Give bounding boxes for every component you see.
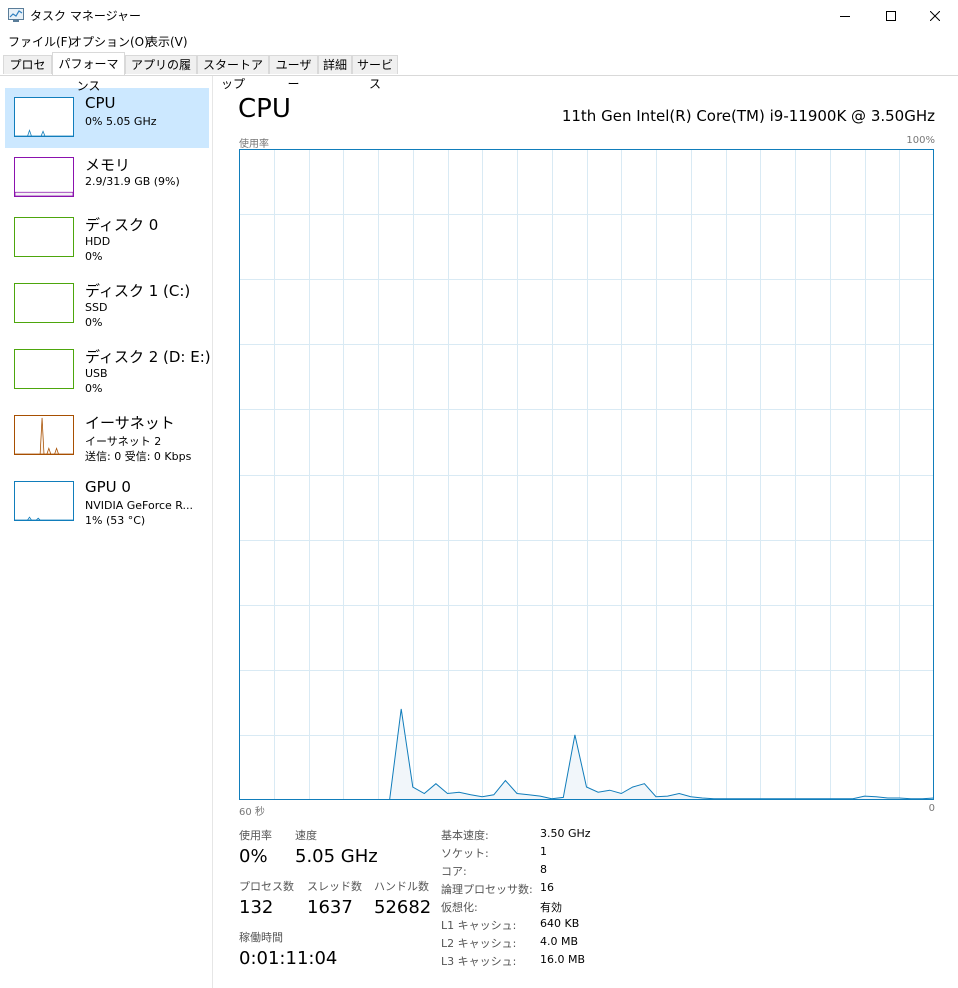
detail-label: L2 キャッシュ:: [441, 937, 517, 950]
sidebar-item-title: ディスク 1 (C:): [85, 282, 191, 300]
usage-value: 0%: [239, 846, 268, 867]
sidebar-item-disk-0[interactable]: ディスク 0 HDD 0%: [5, 208, 209, 268]
sidebar-item-ethernet[interactable]: イーサネット イーサネット 2 送信: 0 受信: 0 Kbps: [5, 406, 209, 466]
tab-details[interactable]: 詳細: [318, 55, 352, 74]
title-bar: タスク マネージャー: [0, 0, 958, 31]
ethernet-thumbnail: [14, 415, 74, 455]
speed-value: 5.05 GHz: [295, 846, 378, 867]
uptime-value: 0:01:11:04: [239, 948, 338, 969]
uptime-label: 稼働時間: [239, 931, 283, 944]
detail-label: 論理プロセッサ数:: [441, 883, 533, 896]
sidebar-item-line2: 0%: [85, 382, 103, 395]
cpu-usage-graph: [239, 149, 934, 800]
sidebar-item-memory[interactable]: メモリ 2.9/31.9 GB (9%): [5, 148, 209, 208]
page-title: CPU: [238, 94, 291, 124]
sidebar-item-title: メモリ: [85, 156, 131, 174]
close-icon: [930, 10, 940, 21]
threads-label: スレッド数: [307, 880, 362, 893]
processes-label: プロセス数: [239, 880, 294, 893]
detail-value: 8: [540, 863, 547, 876]
menu-file[interactable]: ファイル(F): [8, 33, 72, 50]
sidebar-item-line1: HDD: [85, 235, 111, 248]
axis-label-start: 60 秒: [239, 807, 265, 818]
sidebar-item-line1: 2.9/31.9 GB (9%): [85, 175, 180, 188]
detail-label: ソケット:: [441, 847, 489, 860]
graph-grid: [239, 149, 934, 800]
sidebar-item-line2: 送信: 0 受信: 0 Kbps: [85, 450, 192, 463]
sidebar-item-line2: 0%: [85, 250, 103, 263]
detail-value: 16.0 MB: [540, 953, 586, 966]
threads-value: 1637: [307, 897, 353, 918]
tab-bar: プロセス パフォーマンス アプリの履歴 スタートアップ ユーザー 詳細 サービス: [0, 51, 958, 93]
sidebar-item-gpu-0[interactable]: GPU 0 NVIDIA GeForce R... 1% (53 °C): [5, 472, 209, 532]
sidebar-item-line1: SSD: [85, 301, 108, 314]
minimize-button[interactable]: [822, 0, 868, 31]
sidebar-item-disk-2[interactable]: ディスク 2 (D: E:) USB 0%: [5, 340, 211, 400]
task-manager-icon: [8, 8, 24, 22]
sidebar-item-line1: USB: [85, 367, 108, 380]
sidebar-item-title: ディスク 0: [85, 216, 159, 234]
detail-value: 3.50 GHz: [540, 827, 591, 840]
graph-label-max: 100%: [906, 135, 935, 146]
detail-label: 基本速度:: [441, 829, 489, 842]
memory-thumbnail: [14, 157, 74, 197]
sidebar-item-disk-1[interactable]: ディスク 1 (C:) SSD 0%: [5, 274, 209, 334]
speed-label: 速度: [295, 829, 317, 842]
detail-label: L3 キャッシュ:: [441, 955, 517, 968]
disk-1-thumbnail: [14, 283, 74, 323]
tab-processes[interactable]: プロセス: [3, 55, 52, 91]
sidebar-item-cpu[interactable]: CPU 0% 5.05 GHz: [5, 88, 209, 148]
tab-users[interactable]: ユーザー: [269, 55, 318, 91]
processes-value: 132: [239, 897, 274, 918]
minimize-icon: [840, 15, 850, 17]
graph-label-usage: 使用率: [239, 139, 269, 150]
maximize-button[interactable]: [868, 0, 914, 31]
maximize-icon: [886, 10, 896, 21]
menu-bar: ファイル(F) オプション(O) 表示(V): [0, 31, 958, 50]
axis-label-end: 0: [928, 803, 935, 814]
window-title: タスク マネージャー: [30, 9, 141, 23]
sidebar-item-title: GPU 0: [85, 478, 131, 496]
sidebar-item-line1: 0% 5.05 GHz: [85, 115, 157, 128]
detail-value: 4.0 MB: [540, 935, 579, 948]
gpu-thumbnail: [14, 481, 74, 521]
tab-startup[interactable]: スタートアップ: [197, 55, 269, 91]
menu-view[interactable]: 表示(V): [146, 33, 188, 50]
detail-value: 16: [540, 881, 554, 894]
detail-label: 仮想化:: [441, 901, 478, 914]
detail-value: 640 KB: [540, 917, 580, 930]
tab-services[interactable]: サービス: [352, 55, 398, 91]
detail-label: コア:: [441, 865, 467, 878]
sidebar-item-title: イーサネット: [85, 414, 175, 432]
tab-performance[interactable]: パフォーマンス: [52, 52, 125, 93]
sidebar-item-line2: 1% (53 °C): [85, 514, 146, 527]
resource-sidebar: CPU 0% 5.05 GHz メモリ 2.9/31.9 GB (9%) ディス…: [0, 76, 213, 988]
disk-2-thumbnail: [14, 349, 74, 389]
sidebar-item-line1: NVIDIA GeForce R...: [85, 499, 194, 512]
menu-options[interactable]: オプション(O): [70, 33, 149, 50]
sidebar-item-title: ディスク 2 (D: E:): [85, 348, 211, 366]
detail-value: 1: [540, 845, 547, 858]
sidebar-item-line1: イーサネット 2: [85, 435, 162, 448]
usage-label: 使用率: [239, 829, 272, 842]
detail-value: 有効: [540, 901, 562, 914]
tab-app-history[interactable]: アプリの履歴: [125, 55, 197, 91]
handles-label: ハンドル数: [374, 880, 429, 893]
cpu-thumbnail: [14, 97, 74, 137]
handles-value: 52682: [374, 897, 432, 918]
disk-0-thumbnail: [14, 217, 74, 257]
processor-name: 11th Gen Intel(R) Core(TM) i9-11900K @ 3…: [561, 107, 935, 125]
close-button[interactable]: [912, 0, 958, 31]
detail-label: L1 キャッシュ:: [441, 919, 517, 932]
sidebar-item-line2: 0%: [85, 316, 103, 329]
